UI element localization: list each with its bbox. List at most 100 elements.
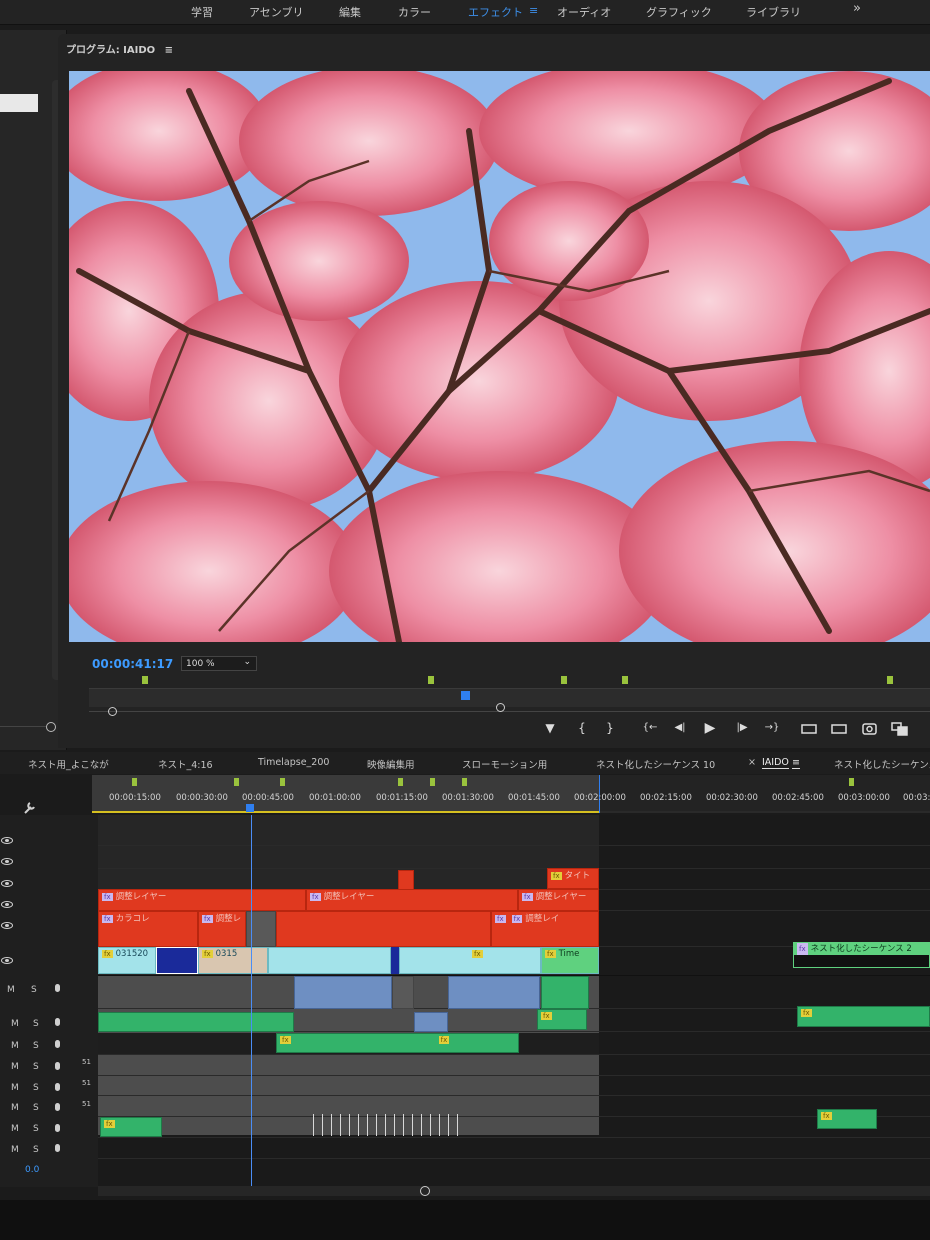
- video-clip[interactable]: fx 0315: [198, 947, 268, 974]
- zoom-handle[interactable]: [46, 722, 56, 732]
- adjustment-layer-clip[interactable]: fx 調整レイヤー: [98, 889, 306, 911]
- play-button[interactable]: ▶: [701, 720, 719, 736]
- sequence-marker[interactable]: [430, 778, 435, 786]
- audio-clip[interactable]: fx fx: [276, 1033, 519, 1053]
- solo-button[interactable]: S: [33, 1083, 39, 1093]
- adjustment-layer-clip[interactable]: fx 調整レ: [198, 911, 246, 947]
- zoom-handle-center[interactable]: [496, 703, 505, 712]
- solo-button[interactable]: S: [33, 1019, 39, 1029]
- tab-sequence-active[interactable]: IAIDO: [762, 757, 789, 769]
- program-timecode[interactable]: 00:00:41:17: [92, 657, 173, 671]
- adjustment-layer-clip[interactable]: fx 調整レイヤー: [306, 889, 518, 911]
- adjustment-layer-clip[interactable]: [276, 911, 491, 947]
- workspace-tab-edit[interactable]: 編集: [339, 4, 361, 20]
- color-correction-clip[interactable]: fx カラコレ: [98, 911, 198, 947]
- workspace-tab-assembly[interactable]: アセンブリ: [249, 4, 303, 20]
- program-marker[interactable]: [428, 676, 434, 684]
- audio-clip[interactable]: [448, 976, 540, 1009]
- eye-icon[interactable]: [1, 858, 13, 865]
- step-back-button[interactable]: ◀|: [671, 720, 689, 736]
- lift-icon[interactable]: [801, 724, 817, 734]
- sequence-marker[interactable]: [234, 778, 239, 786]
- mark-out-button[interactable]: }: [601, 720, 619, 736]
- nested-sequence-clip[interactable]: fx ネスト化したシーケンス 2: [793, 942, 930, 968]
- playhead-handle[interactable]: [461, 691, 470, 700]
- program-marker[interactable]: [887, 676, 893, 684]
- program-marker[interactable]: [142, 676, 148, 684]
- timelapse-clip[interactable]: fx Time: [541, 947, 599, 974]
- workspace-tab-learning[interactable]: 学習: [191, 4, 213, 20]
- mute-button[interactable]: M: [11, 1062, 19, 1072]
- title-clip[interactable]: fx タイト: [547, 868, 599, 889]
- audio-clip[interactable]: [414, 1012, 448, 1032]
- workspace-tab-graphics[interactable]: グラフィック: [646, 4, 712, 20]
- sequence-marker[interactable]: [132, 778, 137, 786]
- workspace-tab-libraries[interactable]: ライブラリ: [746, 4, 801, 20]
- video-clip[interactable]: [391, 947, 399, 974]
- timeline-scrollbar[interactable]: [98, 1186, 930, 1196]
- program-scrub-bar[interactable]: [89, 688, 930, 707]
- workspace-tab-color[interactable]: カラー: [398, 4, 431, 20]
- go-to-out-button[interactable]: →}: [763, 720, 781, 736]
- timeline-playhead[interactable]: [251, 815, 252, 1187]
- audio-clip[interactable]: [541, 976, 589, 1009]
- camera-icon[interactable]: [862, 723, 877, 735]
- sequence-marker[interactable]: [849, 778, 854, 786]
- audio-clip[interactable]: fx: [537, 1009, 587, 1030]
- program-marker[interactable]: [561, 676, 567, 684]
- scroll-handle[interactable]: [420, 1186, 430, 1196]
- timeline-playhead-handle[interactable]: [246, 804, 254, 812]
- tab-sequence[interactable]: ネスト用_よこなが: [28, 757, 109, 771]
- solo-button[interactable]: S: [33, 1124, 39, 1134]
- tab-sequence[interactable]: ネスト化したシーケンス 10: [596, 757, 715, 771]
- solo-button[interactable]: S: [31, 985, 37, 995]
- eye-icon[interactable]: [1, 837, 13, 844]
- add-marker-button[interactable]: ▼: [541, 720, 559, 736]
- sequence-marker[interactable]: [398, 778, 403, 786]
- close-icon[interactable]: ×: [748, 757, 756, 768]
- mute-button[interactable]: M: [11, 1019, 19, 1029]
- solo-button[interactable]: S: [33, 1041, 39, 1051]
- mute-button[interactable]: M: [7, 985, 15, 995]
- video-clip[interactable]: fx: [399, 947, 541, 974]
- video-clip[interactable]: [268, 947, 391, 974]
- solo-button[interactable]: S: [33, 1145, 39, 1155]
- sequence-marker[interactable]: [462, 778, 467, 786]
- zoom-select[interactable]: 100 % ⌄: [181, 656, 257, 671]
- go-to-in-button[interactable]: {←: [641, 720, 659, 736]
- tab-sequence[interactable]: スローモーション用: [462, 757, 547, 771]
- mute-button[interactable]: M: [11, 1041, 19, 1051]
- mute-button[interactable]: M: [11, 1083, 19, 1093]
- program-marker[interactable]: [622, 676, 628, 684]
- audio-clip[interactable]: [294, 976, 392, 1009]
- audio-clip[interactable]: [98, 1012, 294, 1032]
- tab-sequence[interactable]: 映像編集用: [367, 757, 415, 771]
- workspace-tab-effects[interactable]: エフェクト: [468, 4, 523, 20]
- mute-button[interactable]: M: [11, 1145, 19, 1155]
- solo-button[interactable]: S: [33, 1062, 39, 1072]
- work-area-bar[interactable]: [92, 811, 599, 813]
- eye-icon[interactable]: [1, 901, 13, 908]
- master-volume[interactable]: 0.0: [25, 1165, 39, 1175]
- workspace-tab-audio[interactable]: オーディオ: [557, 4, 611, 20]
- video-clip[interactable]: [156, 947, 198, 974]
- tab-sequence[interactable]: ネスト化したシーケンス: [834, 757, 930, 771]
- mute-button[interactable]: M: [11, 1124, 19, 1134]
- selected-item[interactable]: [0, 94, 38, 112]
- workspace-menu-icon[interactable]: ≡: [529, 4, 538, 17]
- adjustment-layer-clip[interactable]: fx 調整レイヤー: [518, 889, 599, 911]
- tab-sequence[interactable]: Timelapse_200: [258, 757, 329, 768]
- solo-button[interactable]: S: [33, 1103, 39, 1113]
- workspace-overflow-icon[interactable]: »: [853, 1, 861, 16]
- wrench-icon[interactable]: [22, 801, 36, 815]
- step-forward-button[interactable]: |▶: [733, 720, 751, 736]
- mute-button[interactable]: M: [11, 1103, 19, 1113]
- sequence-menu-icon[interactable]: ≡: [792, 757, 800, 769]
- video-clip[interactable]: fx 031520: [98, 947, 156, 974]
- clip[interactable]: [398, 870, 414, 890]
- extract-icon[interactable]: [831, 724, 847, 734]
- audio-clip[interactable]: fx: [817, 1109, 877, 1129]
- audio-clip[interactable]: fx: [797, 1006, 930, 1027]
- mark-in-button[interactable]: {: [573, 720, 591, 736]
- sequence-marker[interactable]: [280, 778, 285, 786]
